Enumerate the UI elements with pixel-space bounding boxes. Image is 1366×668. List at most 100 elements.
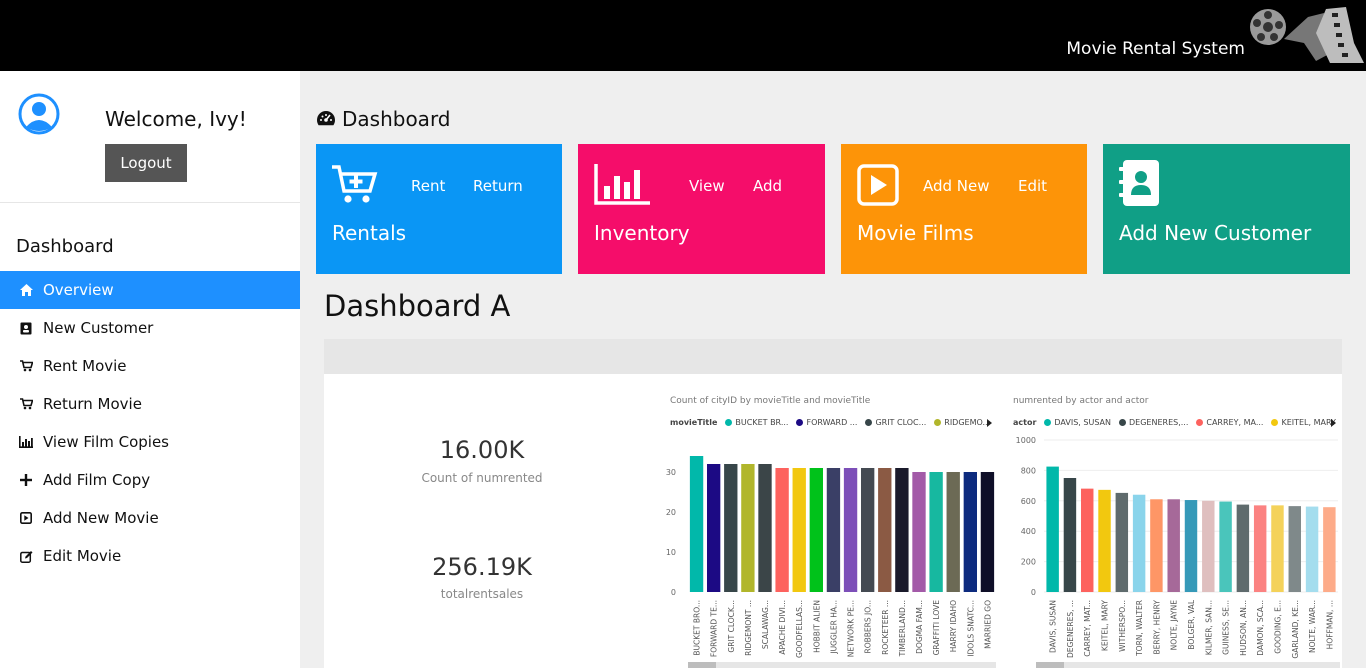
- user-avatar-icon: [18, 93, 60, 135]
- x-tick-label: DOGMA FAM...: [915, 600, 924, 654]
- contact-book-icon: [1119, 160, 1159, 206]
- y-tick-label: 0: [1031, 588, 1036, 597]
- sidebar-item-label: Add New Movie: [43, 509, 159, 527]
- bar[interactable]: [895, 468, 909, 592]
- y-tick-label: 400: [1021, 527, 1036, 536]
- bar[interactable]: [929, 472, 943, 592]
- bar[interactable]: [1271, 505, 1284, 592]
- legend-title: movieTitle: [670, 418, 718, 427]
- bar[interactable]: [912, 472, 926, 592]
- x-tick-label: BERRY, HENRY: [1152, 600, 1161, 655]
- bar[interactable]: [724, 464, 738, 592]
- bar[interactable]: [1236, 504, 1250, 592]
- cart-plus-icon: [332, 165, 378, 203]
- logout-button[interactable]: Logout: [105, 144, 187, 182]
- tile-add-new-customer[interactable]: Add New Customer: [1103, 144, 1350, 274]
- tile-movie-films[interactable]: Add New Edit Movie Films: [841, 144, 1087, 274]
- bar[interactable]: [963, 472, 978, 592]
- bar[interactable]: [1115, 492, 1129, 592]
- bar[interactable]: [1167, 499, 1180, 592]
- bar[interactable]: [1184, 500, 1198, 592]
- legend-next-arrow[interactable]: [986, 418, 994, 428]
- sidebar-item-overview[interactable]: Overview: [0, 271, 300, 309]
- scrollbar-track[interactable]: [1036, 662, 1340, 668]
- x-tick-label: TORN, WALTER: [1135, 600, 1144, 657]
- return-link[interactable]: Return: [473, 177, 523, 195]
- bar[interactable]: [1202, 500, 1215, 592]
- x-tick-label: ROCKETEER ...: [881, 600, 890, 655]
- bar[interactable]: [1081, 488, 1094, 592]
- bar[interactable]: [1132, 494, 1146, 592]
- legend-item: RIDGEMO...: [934, 418, 990, 427]
- x-tick-label: KEITEL, MARY: [1101, 600, 1110, 651]
- bar[interactable]: [843, 468, 858, 592]
- legend-item: KEITEL, MARY: [1271, 418, 1336, 427]
- bar[interactable]: [1046, 466, 1059, 592]
- bar[interactable]: [826, 468, 841, 592]
- sidebar-item-edit-movie[interactable]: Edit Movie: [0, 537, 300, 575]
- bar[interactable]: [1323, 507, 1336, 592]
- sidebar-item-new-customer[interactable]: New Customer: [0, 309, 300, 347]
- bar[interactable]: [741, 464, 755, 592]
- bar[interactable]: [809, 468, 824, 592]
- x-tick-label: BOLGER, VAL: [1187, 599, 1196, 649]
- legend-item: BUCKET BR...: [725, 418, 788, 427]
- bar[interactable]: [1305, 506, 1319, 592]
- bar-chart-actors: 0 200 400 600 800 1000 DAVIS, SUSAN DEGENERES, …: [1016, 436, 1340, 668]
- bar[interactable]: [1219, 501, 1232, 592]
- kpi-label: totalrentsales: [440, 587, 524, 601]
- bar[interactable]: [878, 468, 892, 592]
- bar[interactable]: [775, 468, 789, 592]
- bar[interactable]: [1288, 506, 1301, 592]
- tile-title: Add New Customer: [1119, 221, 1312, 245]
- bar[interactable]: [1063, 478, 1077, 592]
- sidebar-item-add-film-copy[interactable]: Add Film Copy: [0, 461, 300, 499]
- sidebar-item-view-film-copies[interactable]: View Film Copies: [0, 423, 300, 461]
- play-square-icon: [18, 510, 34, 526]
- bar[interactable]: [946, 472, 960, 592]
- bar[interactable]: [980, 472, 995, 592]
- legend-item: DEGENERES,...: [1119, 418, 1188, 427]
- bar[interactable]: [1253, 505, 1267, 592]
- legend-item: CARREY, MA...: [1196, 418, 1263, 427]
- home-icon: [18, 282, 34, 298]
- x-tick-label: CARREY, MAT...: [1083, 600, 1092, 657]
- page-title-text: Dashboard: [342, 107, 451, 131]
- x-tick-label: NOLTE, WAR...: [1308, 600, 1317, 653]
- x-tick-label: HARRY IDAHO: [949, 600, 958, 652]
- x-tick-label: DAVIS, SUSAN: [1049, 600, 1058, 653]
- edit-icon: [18, 548, 34, 564]
- bar[interactable]: [758, 464, 772, 592]
- sidebar-nav: Overview New Customer Rent Movie Return …: [0, 271, 300, 575]
- bar[interactable]: [1150, 499, 1163, 592]
- legend-item: DAVIS, SUSAN: [1044, 418, 1111, 427]
- tile-inventory[interactable]: View Add Inventory: [578, 144, 825, 274]
- rent-link[interactable]: Rent: [411, 177, 445, 195]
- bar[interactable]: [706, 464, 721, 592]
- x-tick-label: DAMON, SCA...: [1256, 600, 1265, 656]
- sidebar-item-return-movie[interactable]: Return Movie: [0, 385, 300, 423]
- bar[interactable]: [792, 468, 806, 592]
- x-tick-label: GRAFFITI LOVE: [932, 600, 941, 656]
- scrollbar-thumb[interactable]: [688, 662, 716, 668]
- sidebar-item-label: Edit Movie: [43, 547, 122, 565]
- y-tick-label: 200: [1021, 558, 1036, 567]
- edit-link[interactable]: Edit: [1018, 177, 1047, 195]
- bar[interactable]: [1098, 489, 1111, 592]
- y-tick-label: 1000: [1016, 436, 1036, 445]
- legend-next-arrow[interactable]: [1330, 418, 1338, 428]
- scrollbar-thumb[interactable]: [1036, 662, 1064, 668]
- view-link[interactable]: View: [689, 177, 725, 195]
- x-tick-label: NOLTE, JAYNE: [1170, 600, 1179, 651]
- add-link[interactable]: Add: [753, 177, 782, 195]
- sidebar-item-add-new-movie[interactable]: Add New Movie: [0, 499, 300, 537]
- x-tick-label: TIMBERLAND...: [898, 600, 907, 657]
- bar-chart-movies: 0 10 20 30 BUCKET BRO... FORWARD TE... GRIT CL…: [666, 456, 996, 668]
- scrollbar-track[interactable]: [688, 662, 996, 668]
- add-new-link[interactable]: Add New: [923, 177, 990, 195]
- bar[interactable]: [860, 468, 875, 592]
- sidebar-item-rent-movie[interactable]: Rent Movie: [0, 347, 300, 385]
- chart-legend: actor DAVIS, SUSAN DEGENERES,... CARREY,…: [1013, 418, 1344, 427]
- tile-rentals[interactable]: Rent Return Rentals: [316, 144, 562, 274]
- bar[interactable]: [689, 456, 704, 592]
